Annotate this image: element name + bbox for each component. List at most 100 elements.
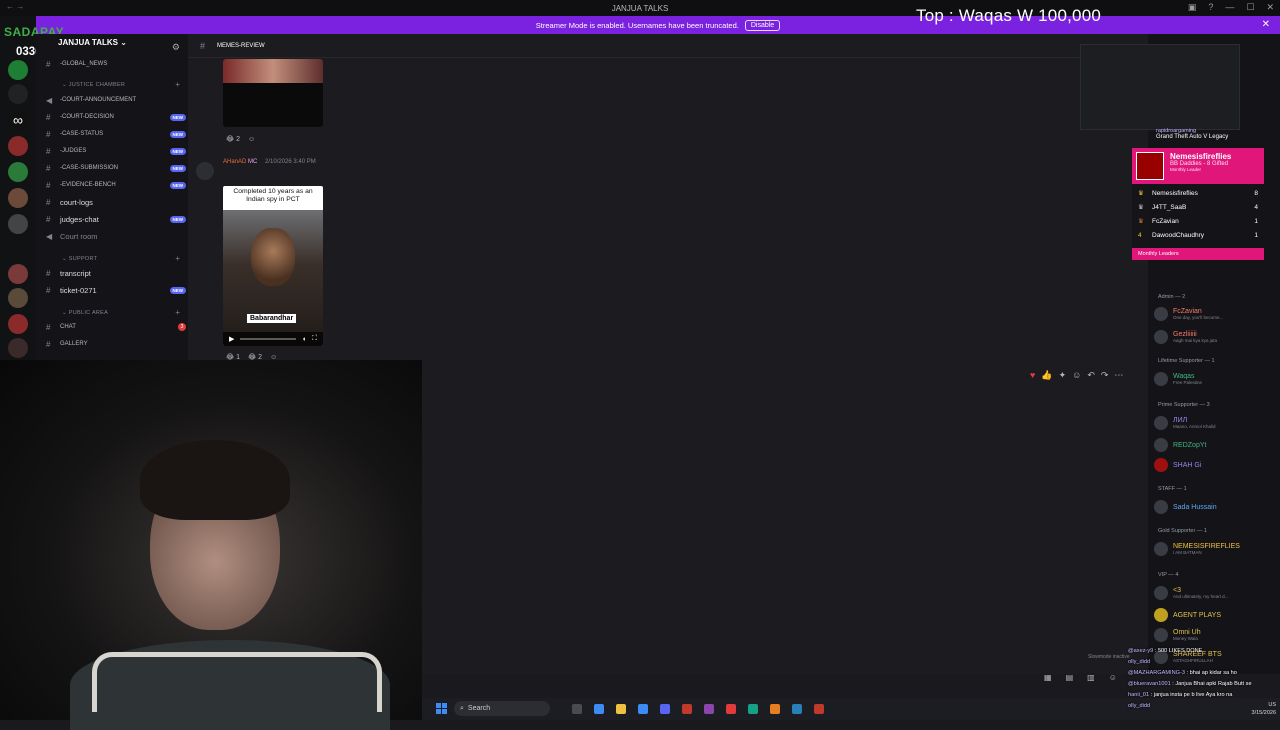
channel-court-logs[interactable]: # court-logs — [46, 194, 186, 210]
category-public-area[interactable]: ⌄ PUBLIC AREA — [62, 310, 108, 316]
member-item[interactable]: FcZavian One day, you'll become... — [1154, 305, 1276, 323]
app-icon[interactable] — [704, 704, 714, 714]
member-item[interactable]: AGENT PLAYS — [1154, 606, 1276, 624]
member-item[interactable]: ЛИЛ Maano, Anmol Khalid — [1154, 414, 1276, 432]
inbox-icon[interactable]: ▣ — [1188, 2, 1197, 13]
member-item[interactable]: Waqas Free Palestine — [1154, 370, 1276, 388]
member-item[interactable]: REDZopYt — [1154, 436, 1276, 454]
server-icon[interactable] — [8, 60, 28, 80]
channel-transcript[interactable]: # transcript — [46, 265, 186, 281]
image-attachment[interactable] — [223, 59, 323, 127]
fullscreen-icon[interactable]: ⛶ — [312, 335, 317, 343]
channel-case-status[interactable]: # -CASE-STATUS NEW — [46, 126, 186, 142]
infinity-server-icon[interactable]: ∞ — [8, 110, 28, 130]
member-item[interactable]: Sada Hussain — [1154, 498, 1276, 516]
server-icon[interactable] — [8, 214, 28, 234]
windows-start-icon[interactable] — [436, 703, 447, 714]
server-icon[interactable] — [8, 188, 28, 208]
server-icon[interactable] — [8, 314, 28, 334]
member-item[interactable]: NEMESISFIREFLIES I AM BATMAN — [1154, 540, 1276, 558]
app-icon[interactable] — [792, 704, 802, 714]
explorer-icon[interactable] — [616, 704, 626, 714]
app-icon[interactable] — [814, 704, 824, 714]
close-icon[interactable]: ✕ — [1266, 2, 1274, 13]
avatar — [1154, 458, 1168, 472]
forward-icon[interactable]: ↷ — [1101, 370, 1109, 381]
channel-court-decision[interactable]: # -COURT-DECISION NEW — [46, 109, 186, 125]
channel-gallery[interactable]: # GALLERY — [46, 336, 186, 352]
channel-judges[interactable]: # -JUDGES NEW — [46, 143, 186, 159]
category-support[interactable]: ⌄ SUPPORT — [62, 256, 97, 262]
discord-icon[interactable] — [660, 704, 670, 714]
server-icon[interactable] — [8, 338, 28, 358]
edge-icon[interactable] — [594, 704, 604, 714]
disable-streamer-mode-button[interactable]: Disable — [744, 19, 781, 31]
add-channel-icon[interactable]: + — [175, 254, 180, 263]
app-icon[interactable] — [748, 704, 758, 714]
category-justice-chamber[interactable]: ⌄ JUSTICE CHAMBER — [62, 82, 125, 88]
avatar[interactable] — [196, 162, 214, 180]
add-reaction-icon[interactable]: ☺ — [248, 136, 255, 143]
emoji-icon[interactable]: ☺ — [1109, 673, 1117, 682]
video-progress[interactable] — [240, 338, 296, 340]
add-member-icon[interactable]: ⚙ — [172, 42, 180, 53]
app-icon[interactable] — [682, 704, 692, 714]
server-icon[interactable] — [8, 264, 28, 284]
help-icon[interactable]: ? — [1208, 2, 1213, 13]
reactions: 😂 2 ☺ — [226, 134, 255, 144]
sticker-icon[interactable]: ▥ — [1087, 673, 1095, 682]
stream-chat-overlay: @axez-y9 : 500 LIKES DONE olly_didd @MAZ… — [1128, 646, 1280, 720]
server-icon[interactable] — [8, 136, 28, 156]
member-item[interactable]: SHAH Gi — [1154, 456, 1276, 474]
hash-icon: # — [46, 285, 51, 295]
taskbar-search[interactable]: ⌕ Search — [454, 701, 550, 716]
reaction-button[interactable]: 😂 2 — [226, 135, 240, 143]
chat-msg: bhai ap kidar sa ho — [1189, 670, 1237, 676]
channel-court-announcement[interactable]: ◀ -COURT-ANNOUNCEMENT — [46, 92, 186, 108]
channel-judges-chat[interactable]: # judges-chat NEW — [46, 211, 186, 227]
game-name: Grand Theft Auto V Legacy — [1156, 134, 1229, 140]
maximize-icon[interactable]: ☐ — [1246, 2, 1254, 13]
channel-global-news[interactable]: # -GLOBAL_NEWS — [46, 56, 186, 72]
reply-icon[interactable]: ↶ — [1087, 370, 1095, 381]
channel-court-room[interactable]: ◀ Court room — [46, 228, 186, 244]
leaderboard-row: 4 DawoodChaudhry 1 — [1132, 228, 1264, 242]
member-item[interactable]: Gezliiiiii Aagh mai kya kya jata — [1154, 328, 1276, 346]
gift-icon[interactable]: ▦ — [1044, 673, 1052, 682]
minimize-icon[interactable]: — — [1225, 2, 1234, 13]
server-icon[interactable] — [8, 84, 28, 104]
new-badge: NEW — [169, 164, 186, 172]
member-item[interactable]: Omni Uh Money Wala — [1154, 626, 1276, 644]
back-forward-icons[interactable]: ← → — [6, 2, 24, 11]
volume-icon[interactable]: ◖ — [302, 336, 306, 343]
channel-case-submission[interactable]: # -CASE-SUBMISSION NEW — [46, 160, 186, 176]
taskview-icon[interactable] — [572, 704, 582, 714]
banner-text: Streamer Mode is enabled. Usernames have… — [535, 20, 739, 30]
more-icon[interactable]: ⋯ — [1114, 370, 1123, 381]
server-icon[interactable] — [8, 162, 28, 182]
row-count: 1 — [1254, 231, 1258, 239]
channel-ticket[interactable]: # ticket-0271 NEW — [46, 282, 186, 298]
store-icon[interactable] — [638, 704, 648, 714]
video-attachment[interactable]: Completed 10 years as an Indian spy in P… — [223, 186, 323, 346]
meme-caption: Completed 10 years as an Indian spy in P… — [233, 188, 313, 203]
message-author[interactable]: AHanAD MC 2/10/2026 3:40 PM — [223, 159, 316, 165]
play-icon[interactable]: ▶ — [229, 335, 234, 343]
server-icon[interactable] — [8, 288, 28, 308]
thumbs-up-icon[interactable]: 👍 — [1041, 370, 1052, 381]
add-reaction-icon[interactable]: ☺ — [1072, 370, 1081, 381]
banner-close-icon[interactable]: ✕ — [1262, 19, 1270, 30]
channel-evidence-bench[interactable]: # -EVIDENCE-BENCH NEW — [46, 177, 186, 193]
member-item[interactable]: <3 And ultimately, my heart d... — [1154, 584, 1276, 602]
gif-icon[interactable]: ▤ — [1066, 673, 1074, 682]
chrome-icon[interactable] — [770, 704, 780, 714]
chat-line: @axez-y9 : 500 LIKES DONE — [1128, 648, 1203, 654]
sparkle-icon[interactable]: ✦ — [1059, 370, 1067, 381]
hash-icon: # — [46, 339, 51, 349]
heart-icon[interactable]: ♥ — [1030, 370, 1035, 381]
add-channel-icon[interactable]: + — [175, 80, 180, 89]
add-channel-icon[interactable]: + — [175, 308, 180, 317]
channel-chat[interactable]: # CHAT 3 — [46, 319, 186, 335]
app-icon[interactable] — [726, 704, 736, 714]
server-rail: ∞ — [0, 16, 36, 360]
